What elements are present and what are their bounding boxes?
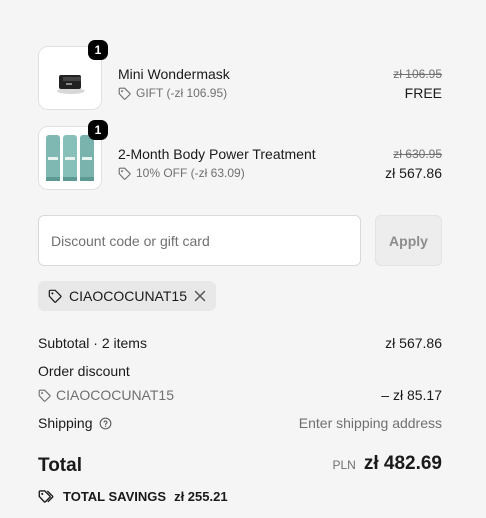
quantity-badge: 1 [88, 40, 108, 60]
total-savings: TOTAL SAVINGS zł 255.21 [38, 485, 228, 507]
total-row: Total PLN zł 482.69 [38, 453, 442, 479]
line-item: 1 2-Month Body Power Treatment 10% OFF (… [38, 120, 442, 190]
order-discount-row: Order discount [38, 363, 442, 379]
shipping-value: Enter shipping address [298, 415, 442, 431]
line-item: 1 Mini Wondermask GIFT (-zł 106.95) zł 1… [38, 40, 442, 110]
tag-icon [48, 289, 62, 303]
apply-button[interactable]: Apply [375, 215, 442, 266]
quantity-badge: 1 [88, 120, 108, 140]
subtotal-value: zł 567.86 [385, 335, 442, 351]
discount-code-row: Apply [38, 215, 442, 266]
tag-icon [38, 389, 51, 402]
item-price: FREE [404, 85, 442, 101]
tag-icon [118, 87, 131, 100]
discount-code-input[interactable] [38, 215, 361, 266]
total-savings-label: TOTAL SAVINGS [63, 488, 167, 504]
applied-code-chip: CIAOCOCUNAT15 [38, 281, 216, 311]
subtotal-row: Subtotal · 2 items zł 567.86 [38, 335, 442, 351]
total-savings-value: zł 255.21 [174, 488, 228, 504]
tag-icon [118, 167, 131, 180]
product-name: Mini Wondermask [118, 66, 230, 82]
item-discount: 10% OFF (-zł 63.09) [118, 166, 245, 180]
original-price: zł 106.95 [393, 67, 442, 81]
help-icon[interactable] [99, 417, 112, 430]
close-icon[interactable] [194, 290, 206, 302]
shipping-row: Shipping Enter shipping address [38, 415, 442, 431]
original-price: zł 630.95 [393, 147, 442, 161]
item-discount-label: GIFT (-zł 106.95) [136, 86, 228, 100]
total-label: Total [38, 455, 82, 476]
item-discount-label: 10% OFF (-zł 63.09) [136, 166, 245, 180]
item-discount: GIFT (-zł 106.95) [118, 86, 227, 100]
order-discount-label: Order discount [38, 363, 130, 379]
shipping-label: Shipping [38, 415, 93, 431]
currency-code: PLN [332, 458, 356, 472]
order-discount-code-label: CIAOCOCUNAT15 [56, 387, 174, 403]
product-name: 2-Month Body Power Treatment [118, 146, 316, 162]
subtotal-label: Subtotal · 2 items [38, 335, 147, 351]
order-discount-code-row: CIAOCOCUNAT15 – zł 85.17 [38, 387, 442, 403]
order-discount-value: – zł 85.17 [381, 387, 442, 403]
tags-icon [38, 489, 54, 503]
applied-code-label: CIAOCOCUNAT15 [69, 288, 187, 304]
total-value-group: PLN zł 482.69 [332, 453, 442, 475]
item-price: zł 567.86 [385, 165, 442, 181]
total-value: zł 482.69 [363, 453, 442, 474]
